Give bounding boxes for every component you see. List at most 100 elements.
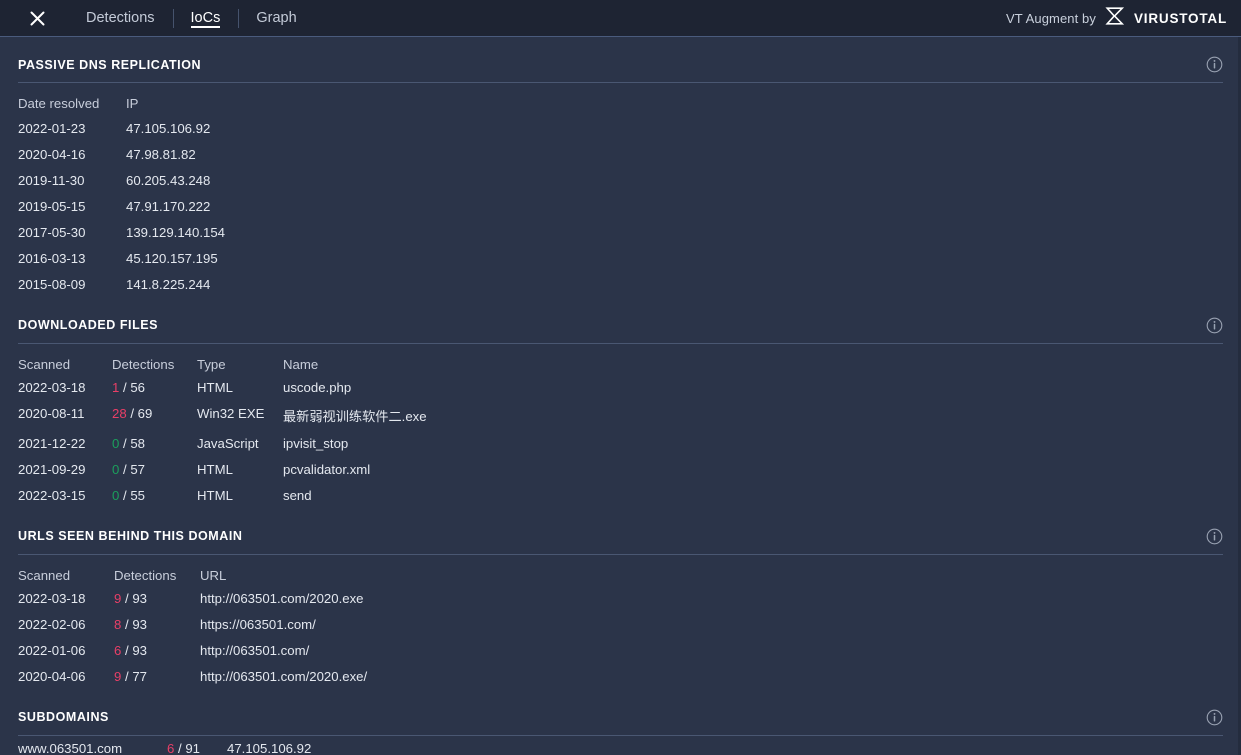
- scanned-date: 2022-03-18: [18, 375, 112, 401]
- table-row[interactable]: 2017-05-30139.129.140.154: [18, 220, 426, 246]
- scanned-date: 2020-04-06: [18, 664, 114, 690]
- date-resolved: 2020-04-16: [18, 142, 126, 168]
- detection-total: / 69: [127, 406, 153, 421]
- ip-address: 141.8.225.244: [126, 272, 426, 298]
- detection-total: / 93: [121, 617, 147, 632]
- table-row[interactable]: 2021-12-220 / 58JavaScriptipvisit_stop: [18, 431, 713, 457]
- brand-prefix-label: VT Augment by: [1006, 11, 1096, 26]
- tab-detections[interactable]: Detections: [68, 0, 173, 37]
- info-icon[interactable]: [1206, 528, 1223, 545]
- tab-graph[interactable]: Graph: [238, 0, 314, 37]
- section-header-urls: URLS SEEN BEHIND THIS DOMAIN: [18, 509, 1223, 555]
- scanned-date: 2020-08-11: [18, 401, 112, 431]
- file-type: HTML: [197, 375, 283, 401]
- section-urls: URLS SEEN BEHIND THIS DOMAIN Scanned Det…: [0, 509, 1241, 690]
- url-value: http://063501.com/: [200, 638, 700, 664]
- col-scanned: Scanned: [18, 344, 112, 375]
- detection-ratio: 1 / 56: [112, 375, 197, 401]
- table-row[interactable]: 2019-11-3060.205.43.248: [18, 168, 426, 194]
- tab-iocs-label: IoCs: [191, 10, 221, 26]
- date-resolved: 2017-05-30: [18, 220, 126, 246]
- subdomain-name: www.063501.com: [18, 736, 145, 755]
- ip-address: 47.91.170.222: [126, 194, 426, 220]
- tab-iocs[interactable]: IoCs: [173, 0, 239, 37]
- info-icon[interactable]: [1206, 317, 1223, 334]
- table-row[interactable]: 2016-03-1345.120.157.195: [18, 246, 426, 272]
- ip-address: 47.105.106.92: [126, 114, 426, 142]
- tab-detections-label: Detections: [86, 10, 155, 26]
- scanned-date: 2022-03-18: [18, 586, 114, 612]
- info-icon[interactable]: [1206, 56, 1223, 73]
- table-row[interactable]: 2022-01-2347.105.106.92: [18, 114, 426, 142]
- table-row[interactable]: 2022-03-189 / 93http://063501.com/2020.e…: [18, 586, 700, 612]
- close-button[interactable]: [20, 0, 54, 37]
- scanned-date: 2022-02-06: [18, 612, 114, 638]
- ip-address: 47.98.81.82: [126, 142, 426, 168]
- table-row[interactable]: 2020-08-1128 / 69 Win32 EXE最新弱视训练软件二.exe: [18, 401, 713, 431]
- table-row[interactable]: www.063501.com6 / 9147.105.106.92: [18, 736, 500, 755]
- table-header-row: Date resolved IP: [18, 83, 426, 114]
- table-row[interactable]: 2022-03-181 / 56HTMLuscode.php: [18, 375, 713, 401]
- table-header-row: Scanned Detections Type Name: [18, 344, 713, 375]
- file-name: ipvisit_stop: [283, 431, 713, 457]
- url-value: https://063501.com/: [200, 612, 700, 638]
- date-resolved: 2022-01-23: [18, 114, 126, 142]
- close-icon: [30, 11, 45, 26]
- table-downloaded-files: Scanned Detections Type Name 2022-03-181…: [18, 344, 713, 509]
- ip-address: 47.105.106.92: [200, 736, 500, 755]
- tab-graph-label: Graph: [256, 10, 296, 26]
- section-title-passive-dns: PASSIVE DNS REPLICATION: [18, 58, 201, 72]
- detection-count: 28: [112, 406, 127, 421]
- detection-ratio: 9 / 93: [114, 586, 200, 612]
- tab-bar: Detections IoCs Graph: [68, 0, 315, 37]
- table-row[interactable]: 2020-04-069 / 77http://063501.com/2020.e…: [18, 664, 700, 690]
- col-date-resolved: Date resolved: [18, 83, 126, 114]
- ip-address: 45.120.157.195: [126, 246, 426, 272]
- table-row[interactable]: 2015-08-09141.8.225.244: [18, 272, 426, 298]
- scanned-date: 2021-09-29: [18, 457, 112, 483]
- section-passive-dns: PASSIVE DNS REPLICATION Date resolved IP…: [0, 37, 1241, 298]
- col-detections: Detections: [114, 555, 200, 586]
- table-row[interactable]: 2019-05-1547.91.170.222: [18, 194, 426, 220]
- scanned-date: 2022-03-15: [18, 483, 112, 509]
- detection-ratio: 6 / 93: [114, 638, 200, 664]
- ip-address: 139.129.140.154: [126, 220, 426, 246]
- table-row[interactable]: 2022-01-066 / 93http://063501.com/: [18, 638, 700, 664]
- table-header-row: Scanned Detections URL: [18, 555, 700, 586]
- detection-total: / 56: [119, 380, 145, 395]
- table-row[interactable]: 2022-02-068 / 93https://063501.com/: [18, 612, 700, 638]
- info-icon[interactable]: [1206, 709, 1223, 726]
- table-row[interactable]: 2020-04-1647.98.81.82: [18, 142, 426, 168]
- file-type: Win32 EXE: [197, 401, 283, 431]
- file-name: 最新弱视训练软件二.exe: [283, 401, 713, 431]
- table-body-passive-dns: 2022-01-2347.105.106.922020-04-1647.98.8…: [18, 114, 426, 298]
- table-body-subdomains: www.063501.com6 / 9147.105.106.92: [18, 736, 500, 755]
- detection-ratio: 9 / 77: [114, 664, 200, 690]
- file-type: HTML: [197, 457, 283, 483]
- detection-ratio: 0 / 57: [112, 457, 197, 483]
- col-ip: IP: [126, 83, 426, 114]
- file-type: HTML: [197, 483, 283, 509]
- detection-ratio: 0 / 58: [112, 431, 197, 457]
- detection-ratio: 8 / 93: [114, 612, 200, 638]
- date-resolved: 2015-08-09: [18, 272, 126, 298]
- brand-wordmark: VIRUSTOTAL: [1134, 11, 1227, 26]
- table-passive-dns: Date resolved IP 2022-01-2347.105.106.92…: [18, 83, 426, 298]
- table-urls: Scanned Detections URL 2022-03-189 / 93h…: [18, 555, 700, 690]
- table-body-downloaded-files: 2022-03-181 / 56HTMLuscode.php2020-08-11…: [18, 375, 713, 509]
- ioc-content-panel[interactable]: PASSIVE DNS REPLICATION Date resolved IP…: [0, 37, 1241, 755]
- detection-total: / 58: [119, 436, 145, 451]
- col-name: Name: [283, 344, 713, 375]
- table-row[interactable]: 2021-09-290 / 57HTMLpcvalidator.xml: [18, 457, 713, 483]
- section-title-downloaded-files: DOWNLOADED FILES: [18, 318, 158, 332]
- tab-active-underline: [191, 26, 221, 28]
- col-url: URL: [200, 555, 700, 586]
- table-row[interactable]: 2022-03-150 / 55HTMLsend: [18, 483, 713, 509]
- col-detections: Detections: [112, 344, 197, 375]
- detection-ratio: 6 / 91: [145, 736, 200, 755]
- url-value: http://063501.com/2020.exe/: [200, 664, 700, 690]
- detection-total: / 91: [174, 741, 200, 755]
- detection-total: / 57: [119, 462, 145, 477]
- top-bar: Detections IoCs Graph VT Augment by VIRU…: [0, 0, 1241, 37]
- date-resolved: 2019-05-15: [18, 194, 126, 220]
